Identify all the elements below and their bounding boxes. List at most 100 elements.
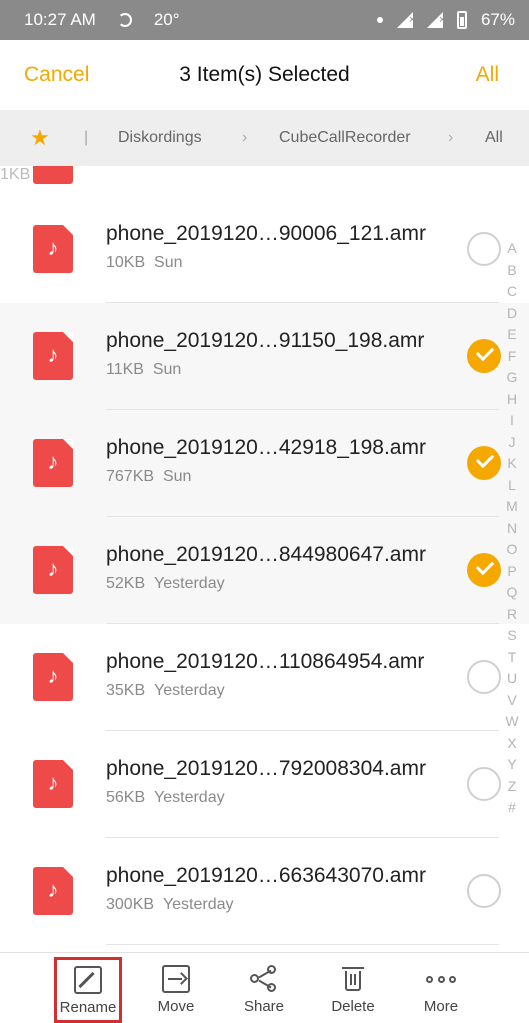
alphabet-letter[interactable]: G — [507, 367, 518, 389]
share-button[interactable]: Share — [229, 953, 299, 1023]
share-label: Share — [243, 998, 285, 1015]
file-meta: 35KB Yesterday — [106, 682, 225, 699]
edit-icon — [74, 966, 102, 994]
alphabet-letter[interactable]: E — [507, 324, 516, 346]
chevron-right-icon: › — [242, 129, 248, 146]
list-item-partial[interactable]: ♪ 1KB Sun — [0, 166, 529, 184]
audio-file-icon: ♪ — [33, 653, 73, 701]
selection-header: 3 Item(s) Selected Cancel All — [0, 40, 529, 110]
alphabet-letter[interactable]: # — [508, 797, 516, 819]
alphabet-letter[interactable]: I — [510, 410, 514, 432]
file-meta: 56KB Yesterday — [106, 789, 225, 806]
signal-icon — [396, 12, 415, 28]
audio-file-icon: ♪ — [33, 166, 73, 184]
more-label: More — [423, 998, 459, 1015]
select-checkbox-checked[interactable] — [467, 553, 501, 587]
alphabet-letter[interactable]: O — [507, 539, 518, 561]
file-meta: 767KB Sun — [106, 468, 192, 485]
alphabet-letter[interactable]: B — [507, 260, 516, 282]
alphabet-letter[interactable]: U — [507, 668, 517, 690]
list-item[interactable]: ♪ phone_2019120…110864954.amr 35KB Yeste… — [0, 624, 529, 731]
alphabet-letter[interactable]: A — [507, 238, 516, 260]
alphabet-letter[interactable]: D — [507, 303, 517, 325]
status-time: 10:27 AM — [24, 10, 96, 29]
status-temperature: 20° — [153, 10, 180, 29]
divider — [106, 944, 499, 945]
audio-file-icon: ♪ — [33, 225, 73, 273]
alphabet-letter[interactable]: Z — [508, 776, 517, 798]
file-name: phone_2019120…844980647.amr — [106, 543, 426, 566]
alphabet-letter[interactable]: X — [507, 733, 516, 755]
alphabet-index[interactable]: A B C D E F G H I J K L M N O P Q R S T U V W X Y Z # — [501, 238, 523, 819]
alphabet-letter[interactable]: J — [509, 432, 516, 454]
file-name: phone_2019120…110864954.amr — [106, 650, 425, 673]
file-meta: 10KB Sun — [106, 254, 183, 271]
alphabet-letter[interactable]: M — [506, 496, 518, 518]
list-item[interactable]: ♪ phone_2019120…792008304.amr 56KB Yeste… — [0, 731, 529, 838]
alphabet-letter[interactable]: H — [507, 389, 517, 411]
alphabet-letter[interactable]: L — [508, 475, 516, 497]
alphabet-letter[interactable]: P — [507, 561, 516, 583]
alphabet-letter[interactable]: R — [507, 604, 517, 626]
list-item[interactable]: ♪ phone_2019120…663643070.amr 300KB Yest… — [0, 838, 529, 945]
file-meta: 300KB Yesterday — [106, 896, 234, 913]
file-name: phone_2019120…663643070.amr — [106, 864, 426, 887]
alphabet-letter[interactable]: V — [507, 690, 516, 712]
list-item[interactable]: ♪ phone_2019120…90006_121.amr 10KB Sun — [0, 196, 529, 303]
delete-label: Delete — [331, 998, 375, 1015]
file-meta: 11KB Sun — [106, 361, 182, 378]
audio-file-icon: ♪ — [33, 332, 73, 380]
alphabet-letter[interactable]: F — [508, 346, 517, 368]
file-name: phone_2019120…792008304.amr — [106, 757, 426, 780]
breadcrumb-item-diskordings[interactable]: Diskordings — [118, 129, 202, 147]
select-checkbox[interactable] — [467, 660, 501, 694]
move-icon — [162, 965, 190, 993]
audio-file-icon: ♪ — [33, 439, 73, 487]
notification-dot-icon — [376, 17, 383, 23]
more-dots-icon — [426, 965, 456, 993]
file-name: phone_2019120…42918_198.amr — [106, 436, 426, 459]
file-name: phone_2019120…91150_198.amr — [106, 329, 425, 352]
signal-icon-2 — [426, 12, 445, 28]
list-item[interactable]: ♪ phone_2019120…42918_198.amr 767KB Sun — [0, 410, 529, 517]
alphabet-letter[interactable]: T — [508, 647, 517, 669]
file-name: phone_2019120…90006_121.amr — [106, 222, 426, 245]
alphabet-letter[interactable]: C — [507, 281, 517, 303]
select-all-button[interactable]: All — [476, 63, 499, 87]
share-icon — [250, 965, 278, 993]
status-bar: 10:27 AM 20° 67% — [0, 0, 529, 40]
breadcrumb-item-cubecallrecorder[interactable]: CubeCallRecorder — [279, 129, 411, 147]
file-list[interactable]: ♪ 1KB Sun ♪ phone_2019120…90006_121.amr … — [0, 166, 529, 952]
alphabet-letter[interactable]: Q — [507, 582, 518, 604]
audio-file-icon: ♪ — [33, 867, 73, 915]
alphabet-letter[interactable]: Y — [507, 754, 516, 776]
rename-label: Rename — [59, 999, 117, 1016]
audio-file-icon: ♪ — [33, 546, 73, 594]
alphabet-letter[interactable]: K — [507, 453, 516, 475]
list-item[interactable]: ♪ phone_2019120…91150_198.amr 11KB Sun — [0, 303, 529, 410]
cancel-button[interactable]: Cancel — [24, 63, 89, 87]
star-icon[interactable]: ★ — [30, 125, 50, 151]
bottom-toolbar: Rename Move Share Delete More — [0, 952, 529, 1023]
select-checkbox[interactable] — [467, 767, 501, 801]
select-checkbox-checked[interactable] — [467, 446, 501, 480]
move-button[interactable]: Move — [141, 953, 211, 1023]
more-button[interactable]: More — [406, 953, 476, 1023]
alphabet-letter[interactable]: N — [507, 518, 517, 540]
breadcrumb-item-all[interactable]: All — [485, 129, 503, 147]
alphabet-letter[interactable]: W — [505, 711, 518, 733]
select-checkbox-checked[interactable] — [467, 339, 501, 373]
separator-icon: | — [84, 129, 89, 146]
audio-file-icon: ♪ — [33, 760, 73, 808]
trash-icon — [339, 965, 367, 993]
select-checkbox[interactable] — [467, 232, 501, 266]
rename-button[interactable]: Rename — [54, 957, 122, 1023]
chevron-right-icon: › — [448, 129, 454, 146]
list-item[interactable]: ♪ phone_2019120…844980647.amr 52KB Yeste… — [0, 517, 529, 624]
select-checkbox[interactable] — [467, 874, 501, 908]
alphabet-letter[interactable]: S — [507, 625, 516, 647]
breadcrumb: ★ | Diskordings › CubeCallRecorder › All — [0, 110, 529, 166]
battery-percent: 67% — [480, 10, 515, 29]
file-meta: 52KB Yesterday — [106, 575, 225, 592]
delete-button[interactable]: Delete — [318, 953, 388, 1023]
